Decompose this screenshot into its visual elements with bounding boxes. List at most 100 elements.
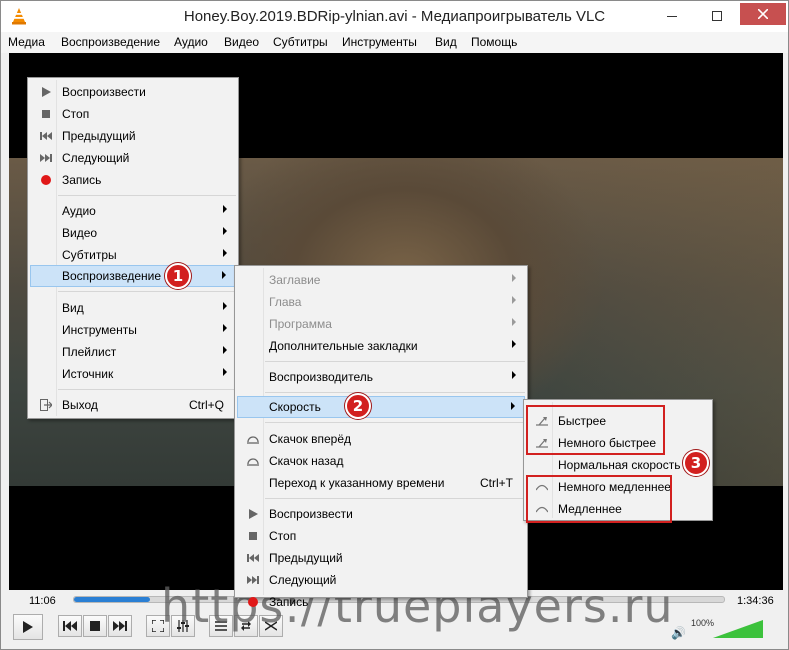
menu-item-previous[interactable]: Предыдущий [237, 547, 525, 569]
menu-separator [265, 361, 525, 362]
menu-bar: Медиа Воспроизведение Аудио Видео Субтит… [1, 32, 788, 53]
menu-item-label: Видео [62, 226, 98, 240]
seek-progress [74, 597, 151, 602]
previous-icon [40, 130, 52, 142]
submenu-arrow-icon [223, 368, 227, 376]
menu-item-label: Скачок назад [269, 454, 344, 468]
step-badge-3: 3 [683, 450, 709, 476]
menu-item-play[interactable]: Воспроизвести [237, 503, 525, 525]
volume-level [713, 620, 763, 638]
previous-icon [247, 552, 259, 564]
next-icon [247, 574, 259, 586]
menu-item-label: Дополнительные закладки [269, 339, 418, 353]
submenu-arrow-icon [512, 371, 516, 379]
menu-item-exit[interactable]: Выход Ctrl+Q [30, 394, 236, 416]
menu-item-label: Глава [269, 295, 302, 309]
menu-playback[interactable]: Воспроизведение [61, 35, 160, 49]
menu-item-label: Воспроизвести [269, 507, 353, 521]
menu-separator [265, 392, 525, 393]
menu-item-source[interactable]: Источник [30, 363, 236, 385]
menu-item-label: Плейлист [62, 345, 117, 359]
menu-item-record[interactable]: Запись [237, 591, 525, 613]
menu-video[interactable]: Видео [224, 35, 259, 49]
menu-item-goto-time[interactable]: Переход к указанному времени Ctrl+T [237, 472, 525, 494]
menu-item-label: Предыдущий [269, 551, 343, 565]
menu-item-view[interactable]: Вид [30, 297, 236, 319]
menu-media[interactable]: Медиа [8, 35, 45, 49]
menu-item-next[interactable]: Следующий [237, 569, 525, 591]
submenu-arrow-icon [223, 249, 227, 257]
submenu-arrow-icon [223, 205, 227, 213]
menu-item-label: Следующий [62, 151, 130, 165]
menu-item-audio[interactable]: Аудио [30, 200, 236, 222]
menu-item-jump-back[interactable]: Скачок назад [237, 450, 525, 472]
menu-item-label: Скорость [269, 400, 321, 414]
volume-slider[interactable] [713, 620, 763, 638]
stop-button[interactable] [83, 615, 107, 637]
vlc-window: Honey.Boy.2019.BDRip-ylnian.avi - Медиап… [0, 0, 789, 650]
menu-item-label: Выход [62, 398, 98, 412]
menu-item-jump-forward[interactable]: Скачок вперёд [237, 428, 525, 450]
menu-tools[interactable]: Инструменты [342, 35, 417, 49]
menu-item-label: Воспроизведение [62, 269, 162, 283]
minimize-button[interactable] [649, 1, 695, 31]
play-icon [23, 621, 33, 633]
stop-icon [90, 621, 100, 631]
menu-item-subtitles[interactable]: Субтитры [30, 244, 236, 266]
menu-item-stop[interactable]: Стоп [237, 525, 525, 547]
menu-separator [58, 389, 236, 390]
play-icon [40, 86, 52, 98]
menu-item-label: Субтитры [62, 248, 117, 262]
step-badge-1: 1 [165, 263, 191, 289]
menu-item-label: Вид [62, 301, 84, 315]
menu-item-program[interactable]: Программа [237, 313, 525, 335]
next-button[interactable] [108, 615, 132, 637]
menu-item-playlist[interactable]: Плейлист [30, 341, 236, 363]
menu-item-label: Переход к указанному времени [269, 476, 445, 490]
menu-subtitles[interactable]: Субтитры [273, 35, 328, 49]
menu-item-label: Запись [269, 595, 309, 609]
menu-item-next[interactable]: Следующий [30, 147, 236, 169]
maximize-button[interactable] [694, 1, 740, 31]
menu-item-video[interactable]: Видео [30, 222, 236, 244]
close-button[interactable] [740, 3, 786, 25]
submenu-arrow-icon [511, 402, 515, 410]
menu-item-label: Воспроизводитель [269, 370, 373, 384]
menu-item-renderer[interactable]: Воспроизводитель [237, 366, 525, 388]
menu-item-bookmarks[interactable]: Дополнительные закладки [237, 335, 525, 357]
menu-item-chapter[interactable]: Глава [237, 291, 525, 313]
submenu-arrow-icon [223, 324, 227, 332]
menu-help[interactable]: Помощь [471, 35, 517, 49]
previous-button[interactable] [58, 615, 82, 637]
next-icon [40, 152, 52, 164]
submenu-arrow-icon [222, 271, 226, 279]
annotation-box-faster [526, 405, 665, 455]
maximize-icon [712, 11, 722, 21]
menu-item-record[interactable]: Запись [30, 169, 236, 191]
menu-item-label: Программа [269, 317, 332, 331]
menu-item-title[interactable]: Заглавие [237, 269, 525, 291]
play-button[interactable] [13, 614, 43, 640]
stop-icon [247, 530, 259, 542]
menu-item-label: Аудио [62, 204, 96, 218]
playback-submenu: Заглавие Глава Программа Дополнительные … [234, 265, 528, 609]
menu-item-speed[interactable]: Скорость [237, 396, 525, 418]
total-time: 1:34:36 [737, 595, 774, 607]
menu-item-tools[interactable]: Инструменты [30, 319, 236, 341]
menu-item-previous[interactable]: Предыдущий [30, 125, 236, 147]
exit-icon [40, 399, 52, 411]
menu-audio[interactable]: Аудио [174, 35, 208, 49]
menu-item-stop[interactable]: Стоп [30, 103, 236, 125]
menu-item-label: Инструменты [62, 323, 137, 337]
menu-item-label: Нормальная скорость [558, 458, 681, 472]
menu-item-label: Следующий [269, 573, 337, 587]
menu-view[interactable]: Вид [435, 35, 457, 49]
submenu-arrow-icon [223, 346, 227, 354]
menu-item-play[interactable]: Воспроизвести [30, 81, 236, 103]
minimize-icon [667, 16, 677, 17]
menu-item-shortcut: Ctrl+T [480, 476, 513, 490]
menu-item-playback[interactable]: Воспроизведение [30, 265, 236, 287]
submenu-arrow-icon [223, 302, 227, 310]
menu-item-label: Воспроизвести [62, 85, 146, 99]
jump-back-icon [247, 455, 259, 467]
